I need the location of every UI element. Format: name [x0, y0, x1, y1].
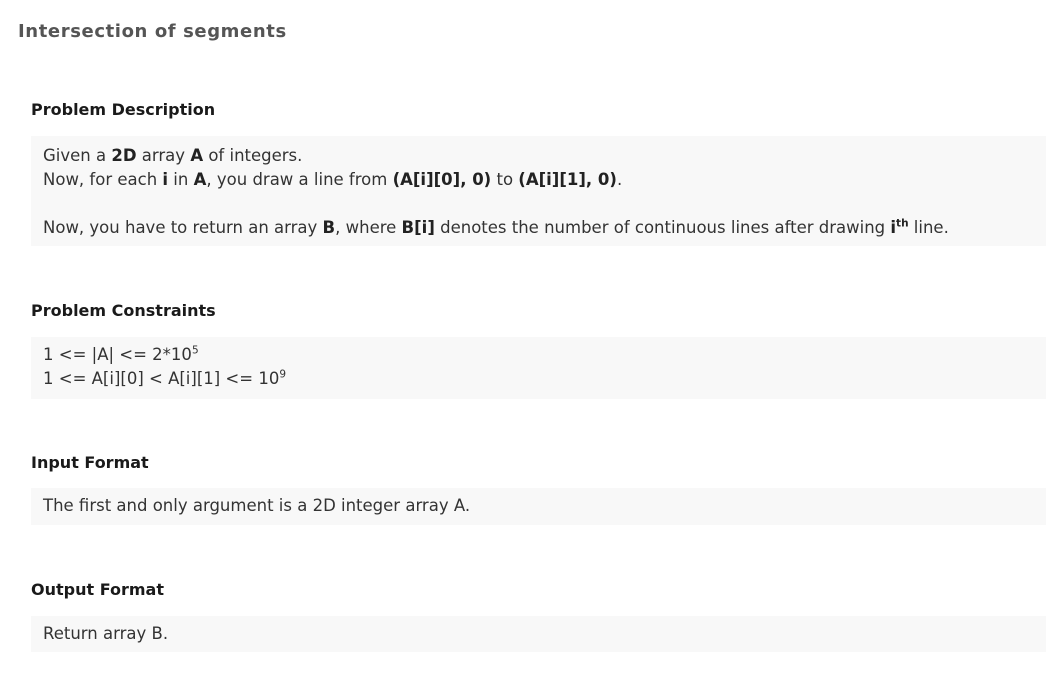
text: in: [168, 170, 194, 189]
text: denotes the number of continuous lines a…: [434, 218, 891, 237]
input-format-section: Input Format The first and only argument…: [31, 452, 1046, 525]
text: .: [616, 170, 623, 189]
constraints-box: 1 <= |A| <= 2*105 1 <= A[i][0] < A[i][1]…: [31, 337, 1046, 399]
text: , you draw a line from: [206, 170, 393, 189]
description-box: Given a 2D array A of integers. Now, for…: [31, 136, 1046, 246]
output-format-section: Output Format Return array B.: [31, 579, 1046, 652]
constraint-line-1: 1 <= |A| <= 2*105: [43, 343, 1034, 367]
output-format-box: Return array B.: [31, 616, 1046, 652]
text: to: [491, 170, 519, 189]
input-format-text: The first and only argument is a 2D inte…: [43, 496, 471, 515]
constraint-line-2: 1 <= A[i][0] < A[i][1] <= 109: [43, 367, 1034, 391]
description-line-1: Given a 2D array A of integers.: [43, 144, 1034, 168]
section-heading: Problem Description: [31, 100, 216, 119]
section-heading: Input Format: [31, 453, 149, 472]
superscript: th: [896, 217, 909, 230]
input-format-box: The first and only argument is a 2D inte…: [31, 488, 1046, 525]
text: Given a: [43, 146, 112, 165]
problem-constraints-section: Problem Constraints 1 <= |A| <= 2*105 1 …: [31, 300, 1046, 399]
page-title: Intersection of segments: [18, 21, 287, 42]
exponent: 9: [279, 368, 287, 381]
text: 1 <= A[i][0] < A[i][1] <= 10: [43, 369, 280, 388]
text: of integers.: [203, 146, 303, 165]
text: Now, for each: [43, 170, 163, 189]
text: , where: [335, 218, 402, 237]
bold-text: B: [322, 218, 336, 237]
bold-text: 2D: [111, 146, 137, 165]
problem-page: Intersection of segments Problem Descrip…: [0, 0, 1046, 682]
text: array: [136, 146, 191, 165]
bold-text: (A[i][0], 0): [392, 170, 492, 189]
bold-text: B[i]: [401, 218, 435, 237]
text: 1 <= |A| <= 2*10: [43, 345, 192, 364]
bold-text: A: [190, 146, 204, 165]
exponent: 5: [191, 344, 199, 357]
text: line.: [908, 218, 949, 237]
description-line-2: Now, for each i in A, you draw a line fr…: [43, 168, 1034, 192]
text: Now, you have to return an array: [43, 218, 323, 237]
bold-text: (A[i][1], 0): [518, 170, 617, 189]
problem-description-section: Problem Description Given a 2D array A o…: [31, 99, 1046, 246]
section-heading: Output Format: [31, 580, 164, 599]
description-line-3: Now, you have to return an array B, wher…: [43, 216, 1034, 240]
section-heading: Problem Constraints: [31, 301, 216, 320]
bold-text: A: [193, 170, 207, 189]
output-format-text: Return array B.: [43, 624, 169, 643]
